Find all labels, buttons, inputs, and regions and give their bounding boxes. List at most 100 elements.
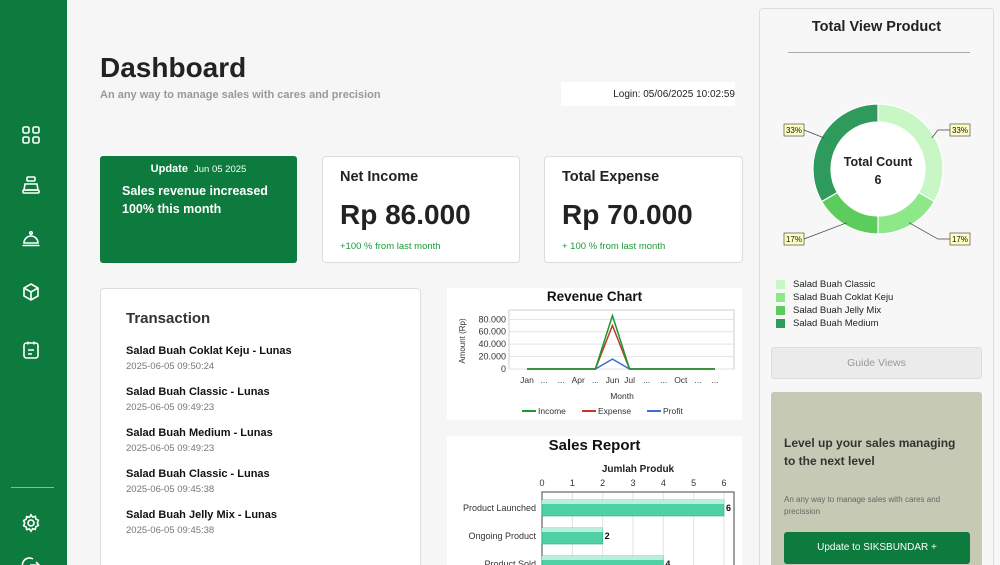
- revenue-legend-label: Income: [538, 406, 566, 416]
- revenue-legend-label: Profit: [663, 406, 683, 416]
- sales-x-tick: 0: [539, 478, 544, 488]
- app: Dashboard An any way to manage sales wit…: [0, 0, 1000, 565]
- promo-heading: Level up your sales managing to the next…: [784, 436, 956, 468]
- sales-x-label: Jumlah Produk: [602, 464, 675, 475]
- revenue-y-tick: 80.000: [478, 314, 506, 324]
- update-card: Update Jun 05 2025 Sales revenue increas…: [100, 156, 297, 263]
- sales-category-label: Product Sold: [484, 559, 536, 565]
- sidebar: [0, 0, 67, 565]
- nav-logout[interactable]: [18, 552, 44, 565]
- transaction-name: Salad Buah Coklat Keju - Lunas: [126, 345, 292, 357]
- food-cover-icon: [22, 230, 40, 247]
- sales-bar-highlight: [542, 500, 724, 504]
- donut-legend-swatch: [776, 319, 785, 328]
- revenue-x-tick: Jun: [606, 375, 620, 385]
- donut-legend-label: Salad Buah Medium: [793, 318, 879, 329]
- donut-callout-label: 33%: [786, 126, 802, 135]
- donut-legend-item: Salad Buah Coklat Keju: [776, 292, 893, 303]
- nav-settings[interactable]: [18, 510, 44, 536]
- donut-legend-swatch: [776, 306, 785, 315]
- sales-bar-highlight: [542, 528, 603, 532]
- transaction-item[interactable]: Salad Buah Coklat Keju - Lunas 2025-06-0…: [126, 345, 292, 372]
- nav-dashboard[interactable]: [18, 122, 44, 148]
- total-expense-card: Total Expense Rp 70.000 + 100 % from las…: [544, 156, 743, 263]
- revenue-series-income: [527, 313, 715, 370]
- transaction-time: 2025-06-05 09:50:24: [126, 361, 215, 372]
- logout-icon: [21, 557, 41, 565]
- donut-legend-item: Salad Buah Medium: [776, 318, 879, 329]
- box-icon: [23, 283, 39, 301]
- donut-legend-item: Salad Buah Classic: [776, 279, 875, 290]
- sales-report-chart: Sales Report Jumlah Produk 0 1 2 3 4 5 6 Product…: [447, 436, 742, 565]
- page-subtitle: An any way to manage sales with cares an…: [100, 89, 381, 101]
- nav-products[interactable]: [18, 279, 44, 305]
- revenue-x-tick: Apr: [572, 375, 585, 385]
- transaction-item[interactable]: Salad Buah Medium - Lunas 2025-06-05 09:…: [126, 427, 273, 454]
- transaction-time: 2025-06-05 09:45:38: [126, 484, 215, 495]
- revenue-x-tick: ...: [592, 375, 599, 385]
- sidebar-divider: [11, 487, 54, 488]
- revenue-chart-plot: 0 20.000 40.000 60.000 80.000 Jan...... Apr...…: [458, 309, 735, 416]
- sales-bar-highlight: [542, 556, 664, 560]
- grid-icon: [22, 126, 40, 144]
- revenue-x-tick: ...: [643, 375, 650, 385]
- net-income-title: Net Income: [340, 169, 419, 185]
- donut-legend-label: Salad Buah Classic: [793, 279, 876, 290]
- sales-report-plot: Jumlah Produk 0 1 2 3 4 5 6 Product Launched 6 Ong…: [463, 464, 735, 565]
- revenue-x-tick: ...: [541, 375, 548, 385]
- donut-callout-line: [908, 222, 950, 240]
- transaction-item[interactable]: Salad Buah Classic - Lunas 2025-06-05 09…: [126, 468, 270, 495]
- revenue-series-profit: [527, 358, 715, 370]
- revenue-x-tick: ...: [660, 375, 667, 385]
- sales-x-tick: 4: [661, 478, 666, 488]
- revenue-y-tick: 0: [501, 364, 506, 374]
- sales-x-tick: 6: [721, 478, 726, 488]
- revenue-x-tick: ...: [694, 375, 701, 385]
- net-income-change: +100 % from last month: [340, 241, 441, 252]
- sales-x-tick: 3: [630, 478, 635, 488]
- donut-legend-label: Salad Buah Jelly Mix: [793, 305, 882, 316]
- total-expense-title: Total Expense: [562, 169, 660, 185]
- net-income-card: Net Income Rp 86.000 +100 % from last mo…: [322, 156, 520, 263]
- login-timestamp: Login: 05/06/2025 10:02:59: [561, 82, 735, 106]
- transaction-time: 2025-06-05 09:49:23: [126, 443, 215, 454]
- donut-legend-swatch: [776, 280, 785, 289]
- revenue-legend-label: Expense: [598, 406, 631, 416]
- nav-cashier[interactable]: [18, 172, 44, 198]
- donut-legend-label: Salad Buah Coklat Keju: [793, 292, 894, 303]
- guide-views-button[interactable]: Guide Views: [771, 347, 982, 379]
- update-label: Update: [150, 163, 188, 175]
- revenue-x-tick: Oct: [674, 375, 688, 385]
- sales-x-tick: 5: [691, 478, 696, 488]
- revenue-chart: Revenue Chart 0 20.000 40.000 60.000 80.000 J…: [447, 288, 742, 420]
- sales-value-label: 6: [726, 503, 731, 513]
- sales-category-label: Ongoing Product: [468, 531, 536, 541]
- donut-center-label: Total Count: [844, 155, 913, 169]
- page-title: Dashboard: [100, 52, 247, 83]
- sales-x-tick: 1: [570, 478, 575, 488]
- donut-center-value: 6: [875, 173, 882, 187]
- total-expense-change: + 100 % from last month: [562, 241, 666, 252]
- transaction-item[interactable]: Salad Buah Classic - Lunas 2025-06-05 09…: [126, 386, 270, 413]
- right-panel: Total View Product Total Count 6 33% 17% 17%…: [759, 8, 994, 565]
- nav-reports[interactable]: [18, 337, 44, 363]
- transaction-card: Transaction Salad Buah Coklat Keju - Lun…: [100, 288, 421, 565]
- promo-card: Level up your sales managing to the next…: [771, 392, 982, 565]
- donut-callout-label: 17%: [786, 235, 802, 244]
- update-date: Jun 05 2025: [194, 164, 247, 175]
- transaction-name: Salad Buah Medium - Lunas: [126, 427, 273, 439]
- transaction-item[interactable]: Salad Buah Jelly Mix - Lunas 2025-06-05 …: [126, 509, 277, 536]
- transaction-name: Salad Buah Jelly Mix - Lunas: [126, 509, 277, 521]
- nav-menu[interactable]: [18, 225, 44, 251]
- revenue-y-label: Amount (Rp): [458, 318, 467, 364]
- total-view-donut: Total Count 6 33% 17% 17% 33%: [783, 103, 971, 246]
- revenue-y-tick: 20.000: [478, 352, 506, 362]
- upgrade-button[interactable]: Update to SIKSBUNDAR +: [784, 532, 970, 564]
- transaction-time: 2025-06-05 09:49:23: [126, 402, 215, 413]
- transaction-name: Salad Buah Classic - Lunas: [126, 386, 270, 398]
- revenue-y-tick: 40.000: [478, 339, 506, 349]
- sales-value-label: 2: [605, 531, 610, 541]
- update-header: Update Jun 05 2025: [100, 163, 297, 175]
- transaction-time: 2025-06-05 09:45:38: [126, 525, 215, 536]
- update-message: Sales revenue increased 100% this month: [122, 184, 268, 216]
